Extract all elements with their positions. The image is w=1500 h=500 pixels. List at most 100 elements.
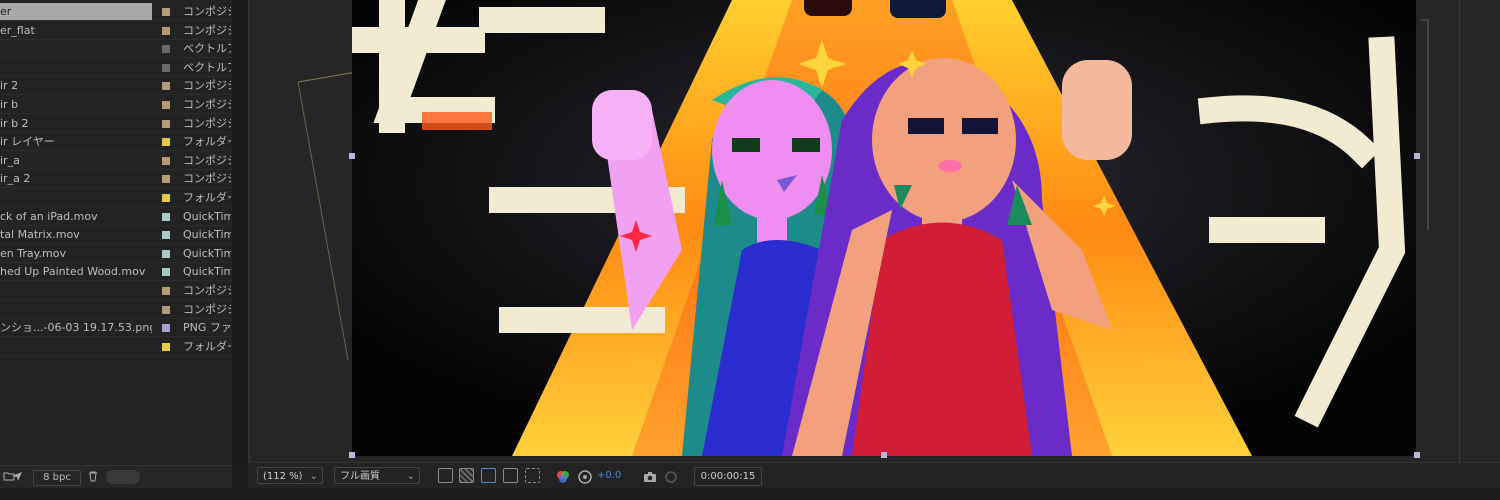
label-color-swatch[interactable]	[162, 45, 170, 54]
viewer-right-edge	[1459, 0, 1460, 462]
transform-handle[interactable]	[881, 452, 887, 458]
label-color-swatch[interactable]	[162, 268, 170, 277]
thumbnail-toggle[interactable]	[106, 470, 140, 484]
project-item-type: フォルダー	[183, 339, 231, 353]
label-color-swatch[interactable]	[162, 26, 170, 35]
camera-icon[interactable]	[643, 469, 657, 483]
project-item-type: ベクトルア	[183, 42, 231, 56]
current-time-display[interactable]: 0:00:00:15	[694, 467, 762, 486]
exposure-value[interactable]: +0.0	[597, 467, 621, 484]
project-item-type: コンポジシ	[183, 116, 231, 130]
label-color-swatch[interactable]	[162, 63, 170, 72]
project-item-row[interactable]: ir 2 コンポジシ	[0, 77, 232, 95]
grid-guides-icon[interactable]	[525, 468, 540, 483]
exposure-reset-icon[interactable]	[578, 469, 592, 484]
project-item-type: QuickTim	[183, 246, 231, 260]
project-item-name: ir_a 2	[0, 172, 31, 186]
project-panel: erコンポジシer_flatコンポジシベクトルアベクトルアir 2コンポジシir…	[0, 0, 232, 488]
label-color-swatch[interactable]	[162, 101, 170, 109]
project-item-name: er	[0, 3, 152, 21]
project-footer: 8 bpc	[0, 465, 232, 488]
transform-handle[interactable]	[349, 452, 355, 458]
project-item-type: PNG ファ	[183, 321, 231, 335]
project-item-type: QuickTim	[183, 265, 231, 279]
label-color-swatch[interactable]	[162, 8, 170, 16]
label-color-swatch[interactable]	[162, 231, 170, 240]
label-color-swatch[interactable]	[162, 156, 170, 165]
project-item-row[interactable]: ir_a 2 コンポジシ	[0, 170, 232, 188]
label-color-swatch[interactable]	[162, 305, 170, 314]
resolution-value: フル画質	[340, 471, 380, 482]
label-color-swatch[interactable]	[162, 119, 170, 128]
project-item-type: コンポジシ	[183, 5, 231, 18]
project-item-row[interactable]: ir_a コンポジシ	[0, 152, 232, 170]
project-item-name: ir b 2	[0, 116, 29, 130]
zoom-value: (112 %)	[263, 471, 303, 482]
transform-handle[interactable]	[1414, 153, 1420, 159]
project-item-name: ir_a	[0, 153, 20, 167]
label-color-swatch[interactable]	[162, 212, 170, 221]
project-item-row[interactable]: ベクトルア	[0, 59, 232, 77]
panel-splitter[interactable]	[232, 0, 248, 465]
project-item-row[interactable]: フォルダー	[0, 338, 232, 356]
project-item-row[interactable]: コンポジシ	[0, 282, 232, 300]
project-item-name: ck of an iPad.mov	[0, 209, 98, 223]
send-icon[interactable]	[10, 470, 24, 484]
project-item-row[interactable]: hed Up Painted Wood.mov QuickTim	[0, 263, 232, 281]
project-item-name: er_flat	[0, 23, 35, 37]
project-item-type: ベクトルア	[183, 60, 231, 74]
project-item-type: コンポジシ	[183, 153, 231, 167]
label-color-swatch[interactable]	[162, 194, 170, 202]
project-item-type: コンポジシ	[183, 172, 231, 186]
project-item-row[interactable]: er コンポジシ	[0, 3, 232, 21]
mask-path-visibility-icon[interactable]	[481, 468, 496, 483]
project-item-row[interactable]: ir レイヤー フォルダー	[0, 133, 232, 151]
timeline-header-strip	[0, 488, 1500, 500]
project-item-row[interactable]: ンショ...-06-03 19.17.53.png PNG ファ	[0, 319, 232, 337]
zoom-dropdown[interactable]: (112 %) ⌄	[257, 467, 323, 484]
transform-handle[interactable]	[349, 153, 355, 159]
row-divider	[0, 354, 232, 356]
show-snapshot-icon[interactable]	[664, 469, 678, 483]
project-item-type: コンポジシ	[183, 302, 231, 316]
project-item-row[interactable]: コンポジシ	[0, 301, 232, 319]
project-item-type: コンポジシ	[183, 284, 231, 297]
project-item-row[interactable]: ir b 2 コンポジシ	[0, 115, 232, 133]
trash-icon[interactable]	[86, 470, 100, 484]
project-item-name: ir b	[0, 98, 19, 111]
label-color-swatch[interactable]	[162, 138, 170, 147]
project-item-name: ir レイヤー	[0, 135, 55, 149]
label-color-swatch[interactable]	[162, 175, 170, 184]
label-color-swatch[interactable]	[162, 342, 170, 351]
viewer-toolbar: (112 %) ⌄ フル画質 ⌄ +0.0 0:00:00:15	[248, 462, 1500, 489]
project-item-name: hed Up Painted Wood.mov	[0, 265, 146, 279]
project-item-type: コンポジシ	[183, 79, 231, 93]
project-item-row[interactable]: ir b コンポジシ	[0, 96, 232, 114]
project-item-type: コンポジシ	[183, 98, 231, 111]
label-color-swatch[interactable]	[162, 324, 170, 333]
label-color-swatch[interactable]	[162, 249, 170, 258]
project-item-type: QuickTim	[183, 228, 231, 242]
composition-viewer[interactable]	[248, 0, 1500, 462]
transparency-grid-icon[interactable]	[459, 468, 474, 483]
region-of-interest-icon[interactable]	[438, 468, 453, 483]
bit-depth-button[interactable]: 8 bpc	[33, 470, 81, 486]
project-item-type: コンポジシ	[183, 23, 231, 37]
project-item-type: フォルダー	[183, 191, 231, 204]
project-item-type: QuickTim	[183, 209, 231, 223]
label-color-swatch[interactable]	[162, 287, 170, 295]
composition-frame[interactable]	[352, 0, 1416, 456]
safe-margins-icon[interactable]	[503, 468, 518, 483]
color-channels-icon[interactable]	[556, 469, 570, 483]
project-item-name: ンショ...-06-03 19.17.53.png	[0, 321, 152, 335]
project-item-row[interactable]: er_flat コンポジシ	[0, 22, 232, 40]
project-item-row[interactable]: tal Matrix.mov QuickTim	[0, 226, 232, 244]
project-item-name: tal Matrix.mov	[0, 228, 80, 242]
project-item-row[interactable]: ck of an iPad.mov QuickTim	[0, 208, 232, 226]
project-item-row[interactable]: フォルダー	[0, 189, 232, 207]
project-item-row[interactable]: en Tray.mov QuickTim	[0, 245, 232, 263]
project-item-row[interactable]: ベクトルア	[0, 40, 232, 58]
resolution-dropdown[interactable]: フル画質 ⌄	[334, 467, 420, 484]
label-color-swatch[interactable]	[162, 82, 170, 91]
transform-handle[interactable]	[1414, 452, 1420, 458]
